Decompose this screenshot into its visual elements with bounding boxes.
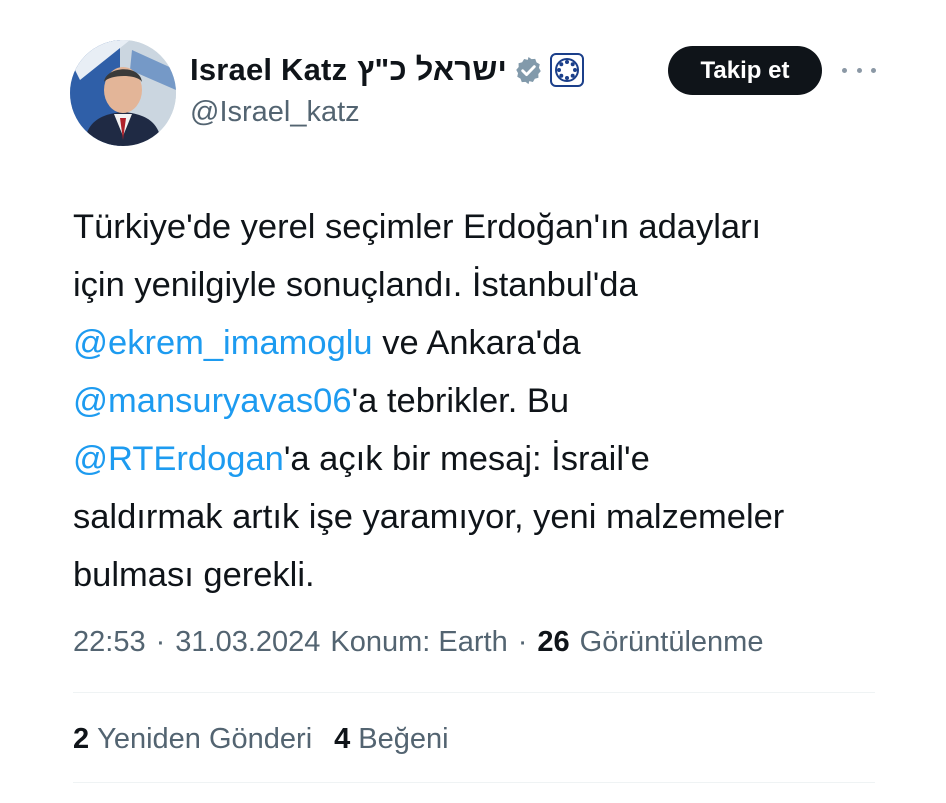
tweet-date[interactable]: 31.03.2024: [175, 626, 320, 659]
likes-link[interactable]: 4 Beğeni: [334, 723, 448, 756]
reposts-count: 2: [73, 722, 90, 755]
tweet-text-segment: 'a tebrikler. Bu: [351, 382, 570, 420]
more-options-icon[interactable]: [842, 60, 876, 80]
views-label: Görüntülenme: [579, 625, 764, 658]
avatar-photo: [70, 40, 176, 146]
tweet-text: Türkiye'de yerel seçimler Erdoğan'ın ada…: [73, 198, 903, 604]
engagement-stats: 2 Yeniden Gönderi 4 Beğeni: [73, 716, 471, 762]
reposts-link[interactable]: 2 Yeniden Gönderi: [73, 723, 312, 756]
more-dot: [856, 67, 862, 73]
mention-link[interactable]: @RTErdogan: [73, 440, 284, 478]
divider: [73, 782, 875, 783]
follow-button[interactable]: Takip et: [668, 46, 822, 95]
display-name[interactable]: Israel Katz: [190, 52, 347, 88]
avatar[interactable]: [70, 40, 176, 146]
meta-separator: ·: [517, 625, 528, 658]
mention-link[interactable]: @mansuryavas06: [73, 382, 352, 420]
tweet-text-segment: saldırmak artık işe yaramıyor, yeni malz…: [73, 498, 785, 536]
tweet-text-line: saldırmak artık işe yaramıyor, yeni malz…: [73, 488, 903, 546]
tweet-text-segment: bulması gerekli.: [73, 556, 315, 594]
tweet-text-segment: için yenilgiyle sonuçlandı. İstanbul'da: [73, 266, 638, 304]
tweet-text-segment: 'a açık bir mesaj: İsrail'e: [283, 440, 650, 478]
tweet-text-line: için yenilgiyle sonuçlandı. İstanbul'da: [73, 256, 903, 314]
tweet-text-line: Türkiye'de yerel seçimler Erdoğan'ın ada…: [73, 198, 903, 256]
tweet-text-line: bulması gerekli.: [73, 546, 903, 604]
tweet-location: Konum: Earth: [330, 625, 508, 658]
affiliation-emblem-icon[interactable]: [550, 53, 585, 87]
tweet-text-line: @mansuryavas06'a tebrikler. Bu: [73, 372, 903, 430]
tweet-meta: 22:53 · 31.03.2024 Konum: Earth · 26 Gör…: [73, 618, 763, 666]
verified-badge-icon: [513, 55, 544, 86]
tweet-card: Israel Katz ישראל כ"ץ @Israel_katz Takip: [0, 0, 946, 803]
meta-separator: ·: [155, 625, 166, 658]
hebrew-name[interactable]: ישראל כ"ץ: [357, 52, 507, 88]
tweet-text-line: @RTErdogan'a açık bir mesaj: İsrail'e: [73, 430, 903, 488]
views-count: 26: [537, 625, 570, 658]
tweet-text-line: @ekrem_imamoglu ve Ankara'da: [73, 314, 903, 372]
more-dot: [871, 67, 876, 73]
divider: [73, 692, 875, 693]
more-dot: [842, 67, 847, 73]
tweet-text-segment: Türkiye'de yerel seçimler Erdoğan'ın ada…: [73, 208, 762, 246]
likes-label: Beğeni: [358, 722, 449, 755]
reposts-label: Yeniden Gönderi: [97, 722, 313, 755]
mention-link[interactable]: @ekrem_imamoglu: [73, 324, 373, 362]
author-handle[interactable]: @Israel_katz: [190, 96, 360, 129]
likes-count: 4: [334, 722, 351, 755]
tweet-time[interactable]: 22:53: [73, 626, 146, 659]
tweet-text-segment: ve Ankara'da: [372, 324, 581, 362]
author-name-row: Israel Katz ישראל כ"ץ: [190, 46, 585, 94]
